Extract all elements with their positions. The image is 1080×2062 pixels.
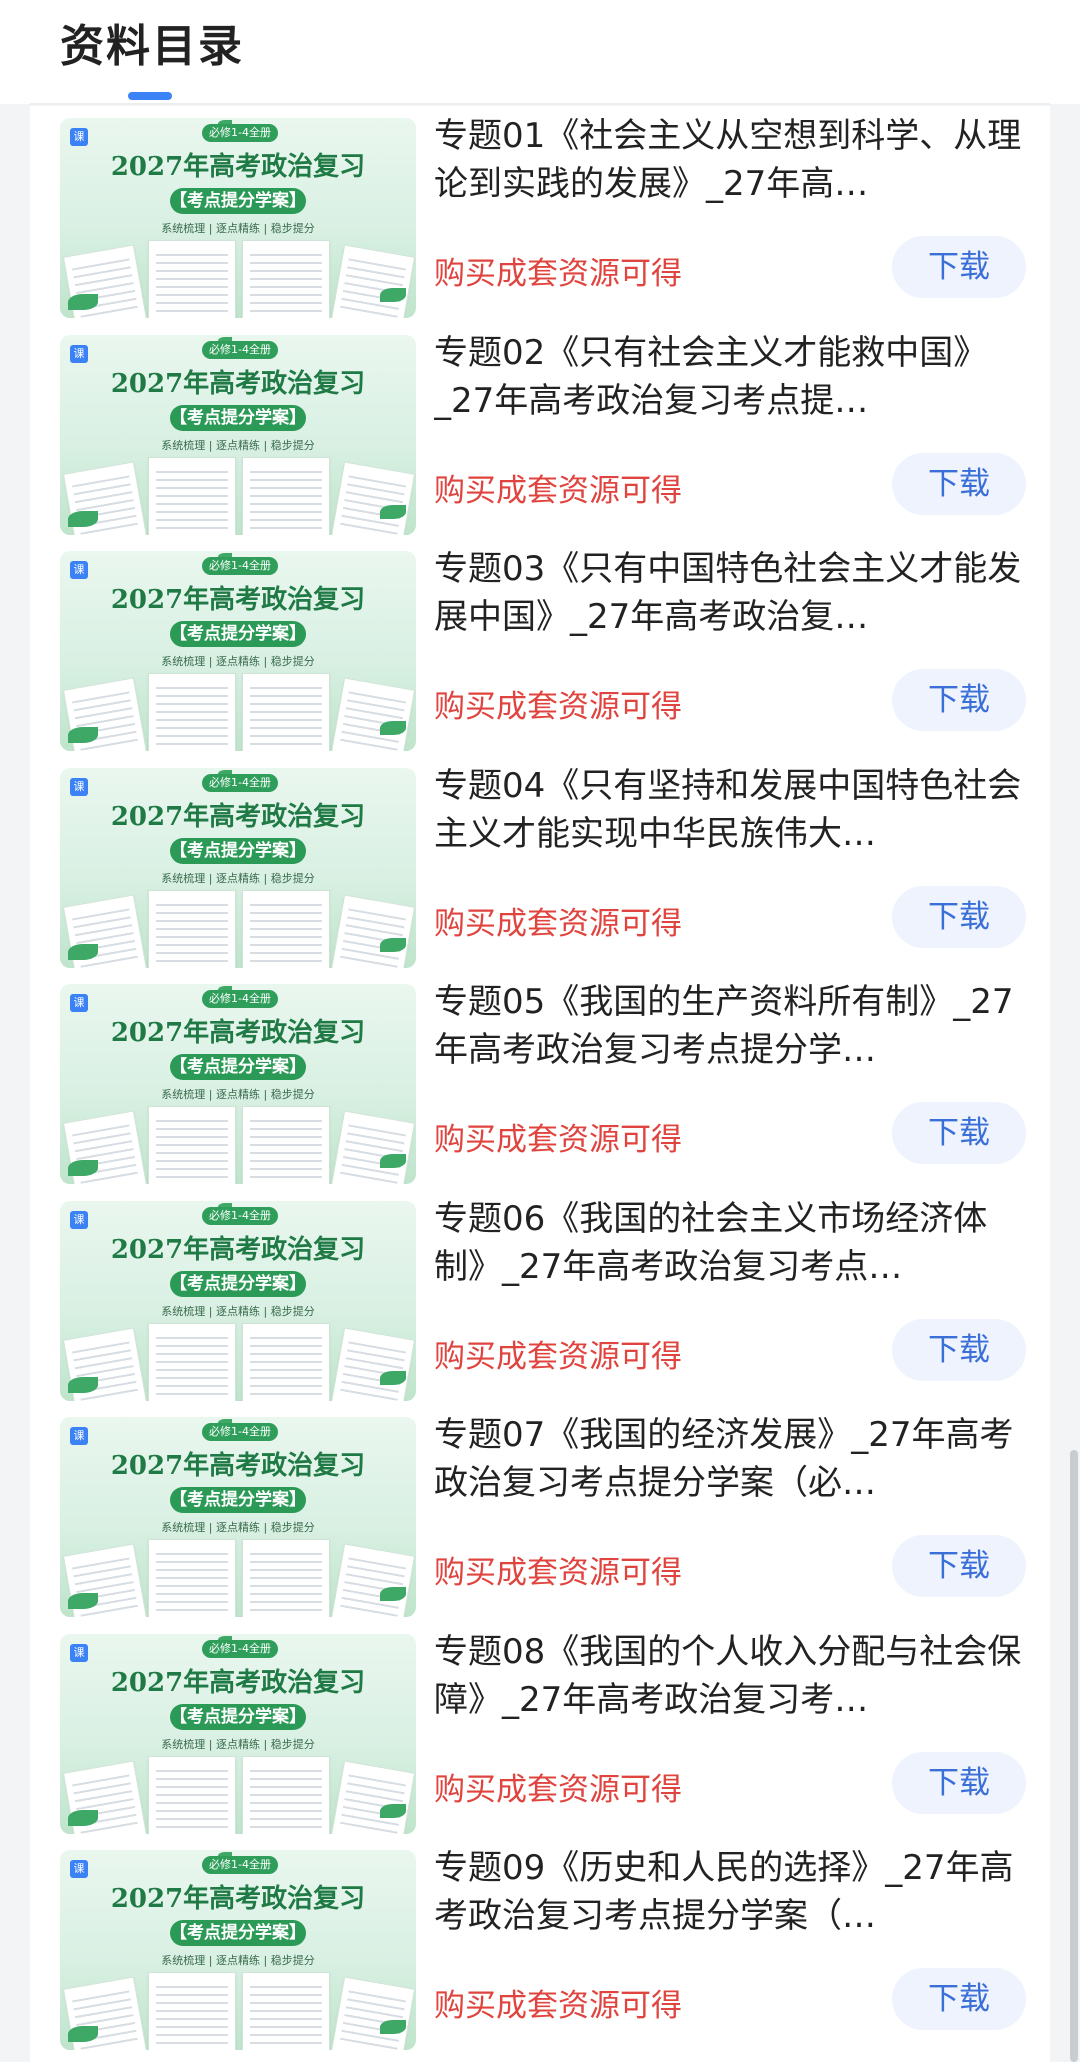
tab-indicator: [128, 92, 172, 100]
resource-title[interactable]: 专题03《只有中国特色社会主义才能发展中国》_27年高考政治复…: [434, 545, 1034, 641]
purchase-note: 购买成套资源可得: [434, 905, 682, 942]
list-item-02[interactable]: 课 必修1-4全册 2027年高考政治复习 【考点提分学案】 系统梳理 | 逐点…: [30, 323, 1050, 539]
resource-title[interactable]: 专题04《只有坚持和发展中国特色社会主义才能实现中华民族伟大…: [434, 762, 1034, 858]
download-button[interactable]: 下载: [892, 1535, 1026, 1597]
thumbnail-banner: 【考点提分学案】: [170, 1054, 306, 1080]
purchase-note: 购买成套资源可得: [434, 1338, 682, 1375]
thumbnail-headline: 2027年高考政治复习: [110, 368, 366, 399]
resource-thumbnail[interactable]: 课 必修1-4全册 2027年高考政治复习 【考点提分学案】 系统梳理 | 逐点…: [60, 118, 416, 318]
list-item-06[interactable]: 课 必修1-4全册 2027年高考政治复习 【考点提分学案】 系统梳理 | 逐点…: [30, 1189, 1050, 1405]
thumbnail-subtitle: 系统梳理 | 逐点精练 | 稳步提分: [161, 1954, 315, 1967]
thumbnail-subtitle: 系统梳理 | 逐点精练 | 稳步提分: [161, 1737, 315, 1751]
resource-title[interactable]: 专题05《我国的生产资料所有制》_27年高考政治复习考点提分学…: [434, 978, 1034, 1074]
thumbnail-pill: 必修1-4全册: [202, 1206, 278, 1225]
thumbnail-headline: 2027年高考政治复习: [110, 585, 366, 615]
thumbnail-banner: 【考点提分学案】: [170, 621, 306, 647]
thumbnail-headline: 2027年高考政治复习: [110, 1451, 366, 1481]
app-logo-icon: 课: [70, 1210, 88, 1229]
thumbnail-pill: 必修1-4全册: [202, 1639, 278, 1658]
list-item-05[interactable]: 课 必修1-4全册 2027年高考政治复习 【考点提分学案】 系统梳理 | 逐点…: [30, 972, 1050, 1188]
thumbnail-pill: 必修1-4全册: [202, 124, 278, 142]
thumbnail-subtitle: 系统梳理 | 逐点精练 | 稳步提分: [161, 871, 315, 885]
thumbnail-pill: 必修1-4全册: [202, 773, 278, 792]
thumbnail-banner: 【考点提分学案】: [170, 1487, 306, 1513]
download-button[interactable]: 下载: [892, 1318, 1026, 1381]
resource-title[interactable]: 专题09《历史和人民的选择》_27年高考政治复习考点提分学案（…: [434, 1844, 1034, 1940]
app-logo-icon: 课: [70, 777, 88, 796]
list-item-08[interactable]: 课 必修1-4全册 2027年高考政治复习 【考点提分学案】 系统梳理 | 逐点…: [30, 1622, 1050, 1838]
thumbnail-pill: 必修1-4全册: [202, 1423, 278, 1441]
app-logo-icon: 课: [70, 344, 88, 363]
purchase-note: 购买成套资源可得: [434, 256, 682, 292]
purchase-note: 购买成套资源可得: [434, 689, 682, 725]
thumbnail-pill: 必修1-4全册: [202, 557, 278, 575]
resource-thumbnail[interactable]: 课 必修1-4全册 2027年高考政治复习 【考点提分学案】 系统梳理 | 逐点…: [60, 1850, 416, 2050]
app-logo-icon: 课: [70, 1427, 88, 1445]
header-divider: [30, 103, 1050, 105]
header: 资料目录: [0, 0, 1080, 105]
download-button[interactable]: 下载: [892, 1751, 1026, 1814]
resource-title[interactable]: 专题02《只有社会主义才能救中国》_27年高考政治复习考点提…: [434, 329, 1034, 425]
app-logo-icon: 课: [70, 1643, 88, 1662]
app-logo-icon: 课: [70, 561, 88, 579]
resource-thumbnail[interactable]: 课 必修1-4全册 2027年高考政治复习 【考点提分学案】 系统梳理 | 逐点…: [60, 1200, 416, 1401]
app-logo-icon: 课: [70, 994, 88, 1012]
thumbnail-subtitle: 系统梳理 | 逐点精练 | 稳步提分: [161, 438, 315, 452]
scrollbar[interactable]: [1070, 1450, 1078, 2062]
purchase-note: 购买成套资源可得: [434, 1555, 682, 1591]
thumbnail-banner: 【考点提分学案】: [170, 1270, 306, 1297]
resource-thumbnail[interactable]: 课 必修1-4全册 2027年高考政治复习 【考点提分学案】 系统梳理 | 逐点…: [60, 334, 416, 535]
download-button[interactable]: 下载: [892, 669, 1026, 731]
resource-thumbnail[interactable]: 课 必修1-4全册 2027年高考政治复习 【考点提分学案】 系统梳理 | 逐点…: [60, 984, 416, 1184]
thumbnail-subtitle: 系统梳理 | 逐点精练 | 稳步提分: [161, 1304, 315, 1318]
thumbnail-headline: 2027年高考政治复习: [110, 152, 366, 182]
page-title: 资料目录: [60, 21, 244, 72]
resource-thumbnail[interactable]: 课 必修1-4全册 2027年高考政治复习 【考点提分学案】 系统梳理 | 逐点…: [60, 1417, 416, 1617]
thumbnail-pill: 必修1-4全册: [202, 990, 278, 1008]
list-item-01[interactable]: 课 必修1-4全册 2027年高考政治复习 【考点提分学案】 系统梳理 | 逐点…: [30, 106, 1050, 322]
app-logo-icon: 课: [70, 1860, 88, 1878]
thumbnail-headline: 2027年高考政治复习: [110, 1234, 366, 1265]
thumbnail-headline: 2027年高考政治复习: [110, 801, 366, 832]
purchase-note: 购买成套资源可得: [434, 472, 682, 509]
resource-thumbnail[interactable]: 课 必修1-4全册 2027年高考政治复习 【考点提分学案】 系统梳理 | 逐点…: [60, 551, 416, 751]
resource-title[interactable]: 专题08《我国的个人收入分配与社会保障》_27年高考政治复习考…: [434, 1628, 1034, 1724]
purchase-note: 购买成套资源可得: [434, 1122, 682, 1158]
thumbnail-headline: 2027年高考政治复习: [110, 1018, 366, 1048]
thumbnail-subtitle: 系统梳理 | 逐点精练 | 稳步提分: [161, 222, 315, 235]
resource-title[interactable]: 专题01《社会主义从空想到科学、从理论到实践的发展》_27年高…: [434, 112, 1034, 208]
purchase-note: 购买成套资源可得: [434, 1988, 682, 2024]
thumbnail-subtitle: 系统梳理 | 逐点精练 | 稳步提分: [161, 1521, 315, 1534]
resource-title[interactable]: 专题06《我国的社会主义市场经济体制》_27年高考政治复习考点…: [434, 1195, 1034, 1291]
thumbnail-banner: 【考点提分学案】: [170, 188, 306, 214]
resource-title[interactable]: 专题07《我国的经济发展》_27年高考政治复习考点提分学案（必…: [434, 1411, 1034, 1507]
download-button[interactable]: 下载: [892, 1102, 1026, 1164]
thumbnail-banner: 【考点提分学案】: [170, 1703, 306, 1730]
thumbnail-headline: 2027年高考政治复习: [110, 1884, 366, 1914]
thumbnail-pill: 必修1-4全册: [202, 340, 278, 359]
thumbnail-headline: 2027年高考政治复习: [110, 1667, 366, 1698]
download-button[interactable]: 下载: [892, 236, 1026, 298]
list-item-03[interactable]: 课 必修1-4全册 2027年高考政治复习 【考点提分学案】 系统梳理 | 逐点…: [30, 539, 1050, 755]
list-item-07[interactable]: 课 必修1-4全册 2027年高考政治复习 【考点提分学案】 系统梳理 | 逐点…: [30, 1405, 1050, 1621]
download-button[interactable]: 下载: [892, 1968, 1026, 2030]
app-logo-icon: 课: [70, 128, 88, 146]
download-button[interactable]: 下载: [892, 885, 1026, 948]
thumbnail-banner: 【考点提分学案】: [170, 404, 306, 431]
thumbnail-banner: 【考点提分学案】: [170, 837, 306, 864]
list-item-04[interactable]: 课 必修1-4全册 2027年高考政治复习 【考点提分学案】 系统梳理 | 逐点…: [30, 756, 1050, 972]
thumbnail-pill: 必修1-4全册: [202, 1856, 278, 1874]
resource-list: 课 必修1-4全册 2027年高考政治复习 【考点提分学案】 系统梳理 | 逐点…: [30, 106, 1050, 2062]
resource-thumbnail[interactable]: 课 必修1-4全册 2027年高考政治复习 【考点提分学案】 系统梳理 | 逐点…: [60, 767, 416, 968]
list-item-09[interactable]: 课 必修1-4全册 2027年高考政治复习 【考点提分学案】 系统梳理 | 逐点…: [30, 1838, 1050, 2054]
download-button[interactable]: 下载: [892, 452, 1026, 515]
purchase-note: 购买成套资源可得: [434, 1771, 682, 1808]
resource-thumbnail[interactable]: 课 必修1-4全册 2027年高考政治复习 【考点提分学案】 系统梳理 | 逐点…: [60, 1633, 416, 1834]
thumbnail-subtitle: 系统梳理 | 逐点精练 | 稳步提分: [161, 1088, 315, 1101]
thumbnail-banner: 【考点提分学案】: [170, 1920, 306, 1946]
thumbnail-subtitle: 系统梳理 | 逐点精练 | 稳步提分: [161, 655, 315, 668]
